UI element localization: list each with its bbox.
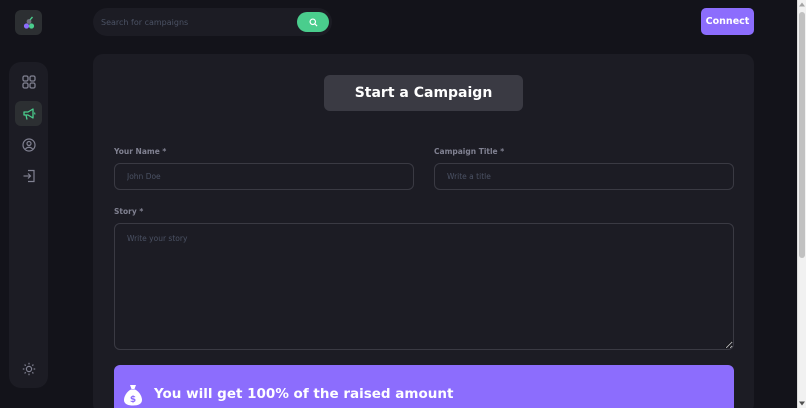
search-icon bbox=[308, 17, 318, 27]
info-banner: $ You will get 100% of the raised amount bbox=[114, 365, 734, 408]
search-button[interactable] bbox=[297, 12, 329, 32]
name-label: Your Name * bbox=[114, 147, 167, 156]
theme-toggle[interactable] bbox=[15, 356, 42, 381]
money-bag-icon: $ bbox=[124, 385, 142, 406]
campaign-title-field[interactable] bbox=[434, 163, 734, 190]
story-label: Story * bbox=[114, 207, 144, 216]
profile-icon bbox=[21, 137, 36, 152]
page-title: Start a Campaign bbox=[324, 75, 523, 111]
sidebar bbox=[9, 62, 48, 388]
sun-icon bbox=[22, 362, 35, 375]
logout-icon bbox=[23, 169, 35, 182]
dashboard-icon bbox=[21, 74, 36, 89]
sidebar-item-campaign[interactable] bbox=[15, 101, 42, 126]
app-logo[interactable] bbox=[15, 10, 42, 35]
connect-button[interactable]: Connect bbox=[701, 8, 754, 35]
megaphone-icon bbox=[22, 107, 36, 120]
search-input[interactable] bbox=[101, 13, 291, 31]
sidebar-item-logout[interactable] bbox=[15, 163, 42, 188]
scroll-up-arrow-icon[interactable] bbox=[799, 2, 805, 7]
scrollbar-thumb[interactable] bbox=[799, 12, 805, 258]
crowdfunding-logo-icon bbox=[23, 16, 34, 29]
campaign-form-panel: Start a Campaign Your Name * Campaign Ti… bbox=[93, 54, 754, 408]
name-field[interactable] bbox=[114, 163, 414, 190]
sidebar-item-profile[interactable] bbox=[15, 132, 42, 157]
banner-text: You will get 100% of the raised amount bbox=[154, 386, 454, 402]
campaign-title-label: Campaign Title * bbox=[434, 147, 505, 156]
page-scrollbar[interactable] bbox=[797, 0, 806, 408]
story-field[interactable] bbox=[114, 223, 734, 350]
search-bar bbox=[93, 8, 332, 36]
scroll-down-arrow-icon[interactable] bbox=[799, 401, 805, 406]
svg-text:$: $ bbox=[130, 395, 136, 405]
sidebar-item-dashboard[interactable] bbox=[15, 69, 42, 94]
